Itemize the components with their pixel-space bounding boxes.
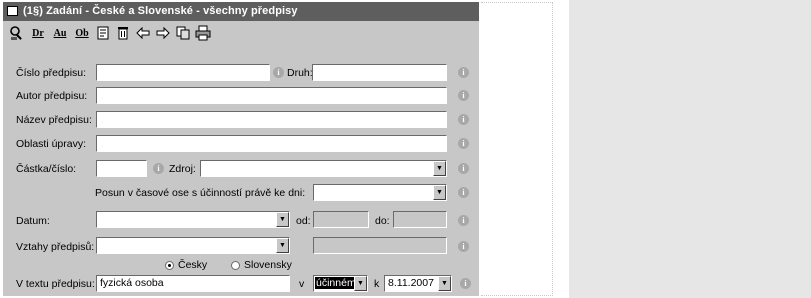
- chevron-down-icon[interactable]: ▼: [433, 185, 446, 200]
- dotted-frame: [481, 2, 553, 296]
- text-date-select[interactable]: 8.11.2007 ▼: [384, 275, 452, 292]
- zdroj-label: Zdroj:: [169, 163, 196, 175]
- castka-info-icon[interactable]: i: [153, 163, 164, 174]
- language-sk-label[interactable]: Slovensky: [244, 259, 292, 271]
- autor-predpisu-input[interactable]: [96, 87, 447, 104]
- forward-icon[interactable]: [153, 23, 173, 43]
- cislo-predpisu-input[interactable]: [96, 64, 270, 81]
- ob-icon[interactable]: Ob: [71, 23, 93, 43]
- posun-label: Posun v časové ose s účinností právě ke …: [95, 187, 306, 199]
- print-icon[interactable]: [193, 23, 213, 43]
- cislo-predpisu-label: Číslo předpisu:: [16, 67, 87, 79]
- posun-select[interactable]: ▼: [313, 184, 447, 201]
- oblasti-info-icon[interactable]: i: [458, 138, 469, 149]
- posun-info-icon[interactable]: i: [458, 187, 469, 198]
- datum-od-input[interactable]: [313, 211, 369, 228]
- chevron-down-icon[interactable]: ▼: [438, 276, 451, 291]
- vztahy-predpisu-select[interactable]: ▼: [96, 237, 290, 254]
- back-icon[interactable]: [133, 23, 153, 43]
- castka-cislo-label: Částka/číslo:: [16, 163, 77, 175]
- zdroj-info-icon[interactable]: i: [458, 163, 469, 174]
- vztahy-info-icon[interactable]: i: [458, 241, 469, 252]
- vztahy-predpisu-label: Vztahy předpisů:: [16, 241, 95, 253]
- text-mode-value: účinném: [315, 277, 357, 289]
- datum-select[interactable]: ▼: [96, 211, 290, 228]
- toolbar: Dr Au Ob: [7, 22, 213, 44]
- druh-input[interactable]: [312, 64, 447, 81]
- window-system-icon[interactable]: [7, 6, 18, 16]
- chevron-down-icon[interactable]: ▼: [433, 161, 446, 176]
- window-title: (1§) Zadání - České a Slovenské - všechn…: [23, 5, 298, 17]
- oblasti-upravy-label: Oblasti úpravy:: [16, 138, 87, 150]
- zdroj-select[interactable]: ▼: [200, 160, 447, 177]
- text-info-icon[interactable]: i: [460, 278, 471, 289]
- delete-icon[interactable]: [113, 23, 133, 43]
- castka-cislo-input[interactable]: [96, 160, 147, 177]
- copy-icon[interactable]: [173, 23, 193, 43]
- search-icon[interactable]: [7, 23, 27, 43]
- chevron-down-icon[interactable]: ▼: [276, 212, 289, 227]
- autor-predpisu-label: Autor předpisu:: [16, 90, 88, 102]
- datum-do-label: do:: [375, 215, 390, 227]
- language-radio-cz[interactable]: [165, 261, 174, 270]
- language-cz-label[interactable]: Česky: [178, 259, 207, 271]
- language-radio-sk[interactable]: [231, 261, 240, 270]
- document-icon[interactable]: [93, 23, 113, 43]
- datum-info-icon[interactable]: i: [458, 215, 469, 226]
- search-dialog: (1§) Zadání - České a Slovenské - všechn…: [3, 2, 479, 296]
- druh-label: Druh:: [287, 67, 313, 79]
- nazev-predpisu-label: Název předpisu:: [16, 114, 92, 126]
- text-date-value: 8.11.2007: [388, 277, 434, 289]
- druh-info-icon[interactable]: i: [458, 67, 469, 78]
- side-panel: [569, 0, 811, 298]
- datum-do-input[interactable]: [393, 211, 447, 228]
- title-bar: (1§) Zadání - České a Slovenské - všechn…: [3, 2, 479, 21]
- datum-label: Datum:: [16, 215, 50, 227]
- vztahy-extra-input[interactable]: [313, 237, 447, 254]
- nazev-predpisu-input[interactable]: [96, 111, 447, 128]
- au-icon[interactable]: Au: [49, 23, 71, 43]
- text-predpisu-input[interactable]: fyzická osoba: [96, 275, 290, 292]
- chevron-down-icon[interactable]: ▼: [354, 276, 367, 291]
- nazev-info-icon[interactable]: i: [458, 114, 469, 125]
- datum-od-label: od:: [296, 215, 311, 227]
- text-mode-select[interactable]: účinném ▼: [313, 275, 368, 292]
- chevron-down-icon[interactable]: ▼: [276, 238, 289, 253]
- text-k-label: k: [374, 278, 380, 290]
- oblasti-upravy-input[interactable]: [96, 135, 447, 152]
- autor-info-icon[interactable]: i: [458, 90, 469, 101]
- text-v-label: v: [299, 278, 305, 290]
- text-predpisu-label: V textu předpisu:: [16, 278, 95, 290]
- cislo-info-icon[interactable]: i: [273, 67, 284, 78]
- dr-icon[interactable]: Dr: [27, 23, 49, 43]
